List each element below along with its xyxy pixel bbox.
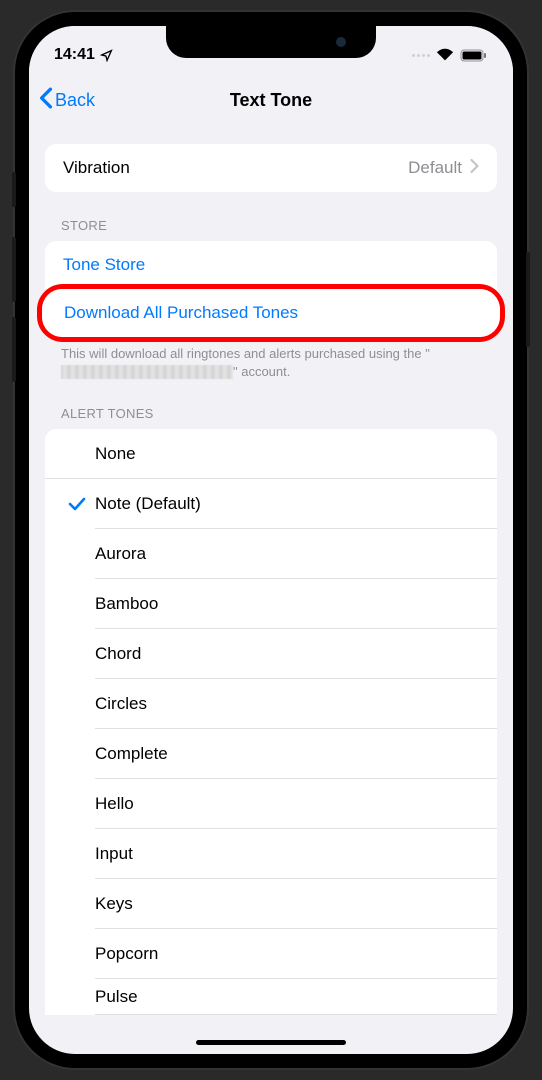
download-all-label: Download All Purchased Tones (64, 303, 298, 323)
vibration-value: Default (408, 158, 462, 178)
tone-row-bamboo[interactable]: Bamboo (45, 579, 497, 629)
chevron-left-icon (39, 87, 53, 114)
alert-tones-header: Alert Tones (29, 398, 513, 429)
status-left: 14:41 (54, 46, 113, 64)
tone-row-keys[interactable]: Keys (45, 879, 497, 929)
alert-tones-section: Alert Tones None Note (Default) (29, 398, 513, 1015)
status-right (412, 48, 488, 62)
chevron-right-icon (470, 158, 479, 178)
tone-row-complete[interactable]: Complete (45, 729, 497, 779)
tone-row-circles[interactable]: Circles (45, 679, 497, 729)
redacted-account (61, 365, 233, 379)
tone-store-cell[interactable]: Tone Store (45, 241, 497, 289)
tone-label: Input (95, 844, 133, 864)
vibration-section: Vibration Default (29, 144, 513, 192)
tone-label: Circles (95, 694, 147, 714)
cellular-icon (412, 54, 430, 57)
tone-row-none[interactable]: None (45, 429, 497, 479)
tone-row-aurora[interactable]: Aurora (45, 529, 497, 579)
tone-row-note[interactable]: Note (Default) (45, 479, 497, 529)
wifi-icon (436, 48, 454, 62)
footer-post: " account. (233, 364, 290, 379)
page-title: Text Tone (230, 90, 312, 111)
tone-label: Keys (95, 894, 133, 914)
footer-pre: This will download all ringtones and ale… (61, 346, 430, 361)
tone-label: None (95, 444, 136, 464)
tone-row-chord[interactable]: Chord (45, 629, 497, 679)
vibration-label: Vibration (63, 158, 408, 178)
home-indicator[interactable] (196, 1040, 346, 1045)
tone-row-popcorn[interactable]: Popcorn (45, 929, 497, 979)
tone-label: Popcorn (95, 944, 158, 964)
battery-icon (460, 49, 488, 62)
tone-label: Aurora (95, 544, 146, 564)
front-camera (336, 37, 346, 47)
phone-frame: 14:41 Ba (15, 12, 527, 1068)
content: Vibration Default Store Tone Store (29, 126, 513, 1015)
tone-label: Hello (95, 794, 134, 814)
tone-store-label: Tone Store (63, 255, 145, 275)
tone-label: Complete (95, 744, 168, 764)
volume-up-button (12, 237, 16, 302)
screen: 14:41 Ba (29, 26, 513, 1054)
back-button[interactable]: Back (39, 87, 95, 114)
status-time: 14:41 (54, 46, 95, 64)
mute-switch (12, 172, 16, 207)
tone-label: Chord (95, 644, 141, 664)
highlight-ring: Download All Purchased Tones (37, 284, 505, 342)
download-all-cell[interactable]: Download All Purchased Tones (42, 289, 500, 337)
alert-tones-list: None Note (Default) Aurora Bamb (45, 429, 497, 1015)
store-section: Store Tone Store Download All Purchased … (29, 210, 513, 384)
check-icon (59, 496, 95, 512)
tone-label: Pulse (95, 987, 138, 1007)
location-icon (100, 49, 113, 62)
volume-down-button (12, 317, 16, 382)
store-footer: This will download all ringtones and ale… (29, 337, 513, 384)
vibration-cell[interactable]: Vibration Default (45, 144, 497, 192)
nav-bar: Back Text Tone (29, 74, 513, 126)
tone-row-input[interactable]: Input (45, 829, 497, 879)
tone-label: Note (Default) (95, 494, 201, 514)
tone-row-hello[interactable]: Hello (45, 779, 497, 829)
power-button (526, 252, 530, 347)
tone-label: Bamboo (95, 594, 158, 614)
tone-row-pulse[interactable]: Pulse (45, 979, 497, 1015)
back-label: Back (55, 90, 95, 111)
notch (166, 26, 376, 58)
store-header: Store (29, 210, 513, 241)
